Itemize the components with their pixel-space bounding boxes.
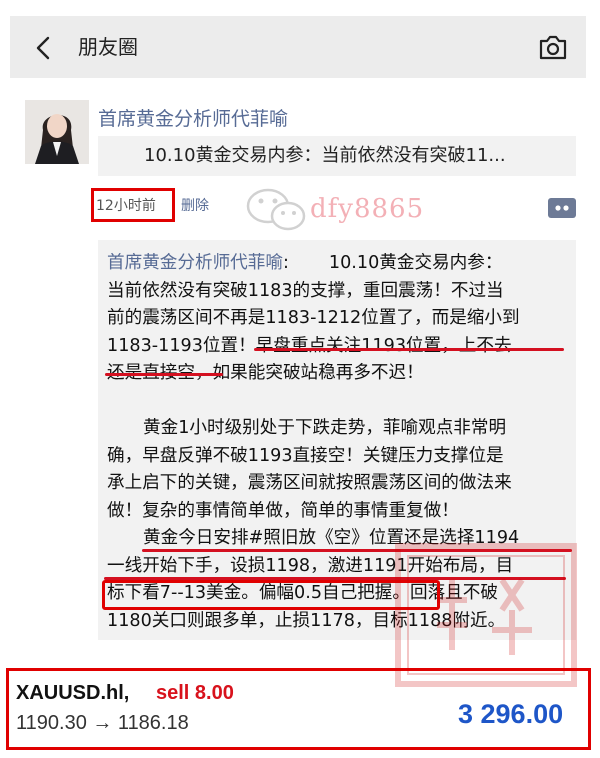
comment-text: 承上启下的关键，震荡区间就按照震荡区间的做法来	[107, 473, 512, 493]
comment-author[interactable]: 首席黄金分析师代菲喻	[107, 253, 283, 273]
comment-text: 做！复杂的事情简单做，简单的事情重复做！	[107, 500, 459, 521]
comment-text: 确，早盘反弹不破1193直接空！关键压力支撑位是	[107, 445, 504, 466]
ticker-symbol: XAUUSD.hl,	[16, 682, 130, 704]
trade-prices: 1190.30 → 1186.18	[16, 712, 189, 734]
shared-article-card[interactable]: 10.10黄金交易内参：当前依然没有突破11...	[98, 136, 576, 176]
shared-article-title: 10.10黄金交易内参：当前依然没有突破11...	[144, 145, 506, 166]
chevron-left-icon[interactable]	[32, 36, 56, 60]
post-time: 12小时前	[96, 198, 156, 214]
more-dots-icon[interactable]	[546, 196, 578, 220]
top-bar: 朋友圈	[10, 16, 586, 78]
trade-direction: sell 8.00	[156, 682, 234, 704]
avatar[interactable]	[25, 100, 89, 164]
comment-text: 10.10黄金交易内参：	[328, 253, 503, 273]
highlight-underline	[254, 348, 564, 351]
post-author[interactable]: 首席黄金分析师代菲喻	[98, 106, 288, 132]
wechat-logo-watermark-icon	[246, 188, 306, 231]
highlight-box	[102, 580, 440, 610]
comment-text: 1183-1193位置！早盘重点关注1193位置，上不去	[107, 335, 512, 356]
comment-text: 前的震荡区间不再是1183-1212位置了，而是缩小到	[107, 308, 520, 328]
comment-text: 当前依然没有突破1183的支撑，重回震荡！不过当	[107, 280, 504, 301]
highlight-underline	[105, 373, 223, 376]
trade-profit: 3 296.00	[458, 699, 564, 729]
page-title: 朋友圈	[78, 35, 138, 59]
delete-link[interactable]: 删除	[181, 196, 209, 216]
comment-text: 黄金1小时级别处于下跌走势，菲喻观点非常明	[107, 415, 506, 443]
comment-text: 黄金1小时级别处于下跌走势，菲喻观点非常明	[143, 418, 507, 438]
comment-separator: :	[282, 253, 289, 273]
avatar-image	[25, 100, 89, 164]
wechat-id-watermark: dfy8865	[310, 194, 425, 224]
camera-icon[interactable]	[538, 33, 568, 61]
comment-line: 首席黄金分析师代菲喻: 10.10黄金交易内参：	[107, 250, 502, 278]
